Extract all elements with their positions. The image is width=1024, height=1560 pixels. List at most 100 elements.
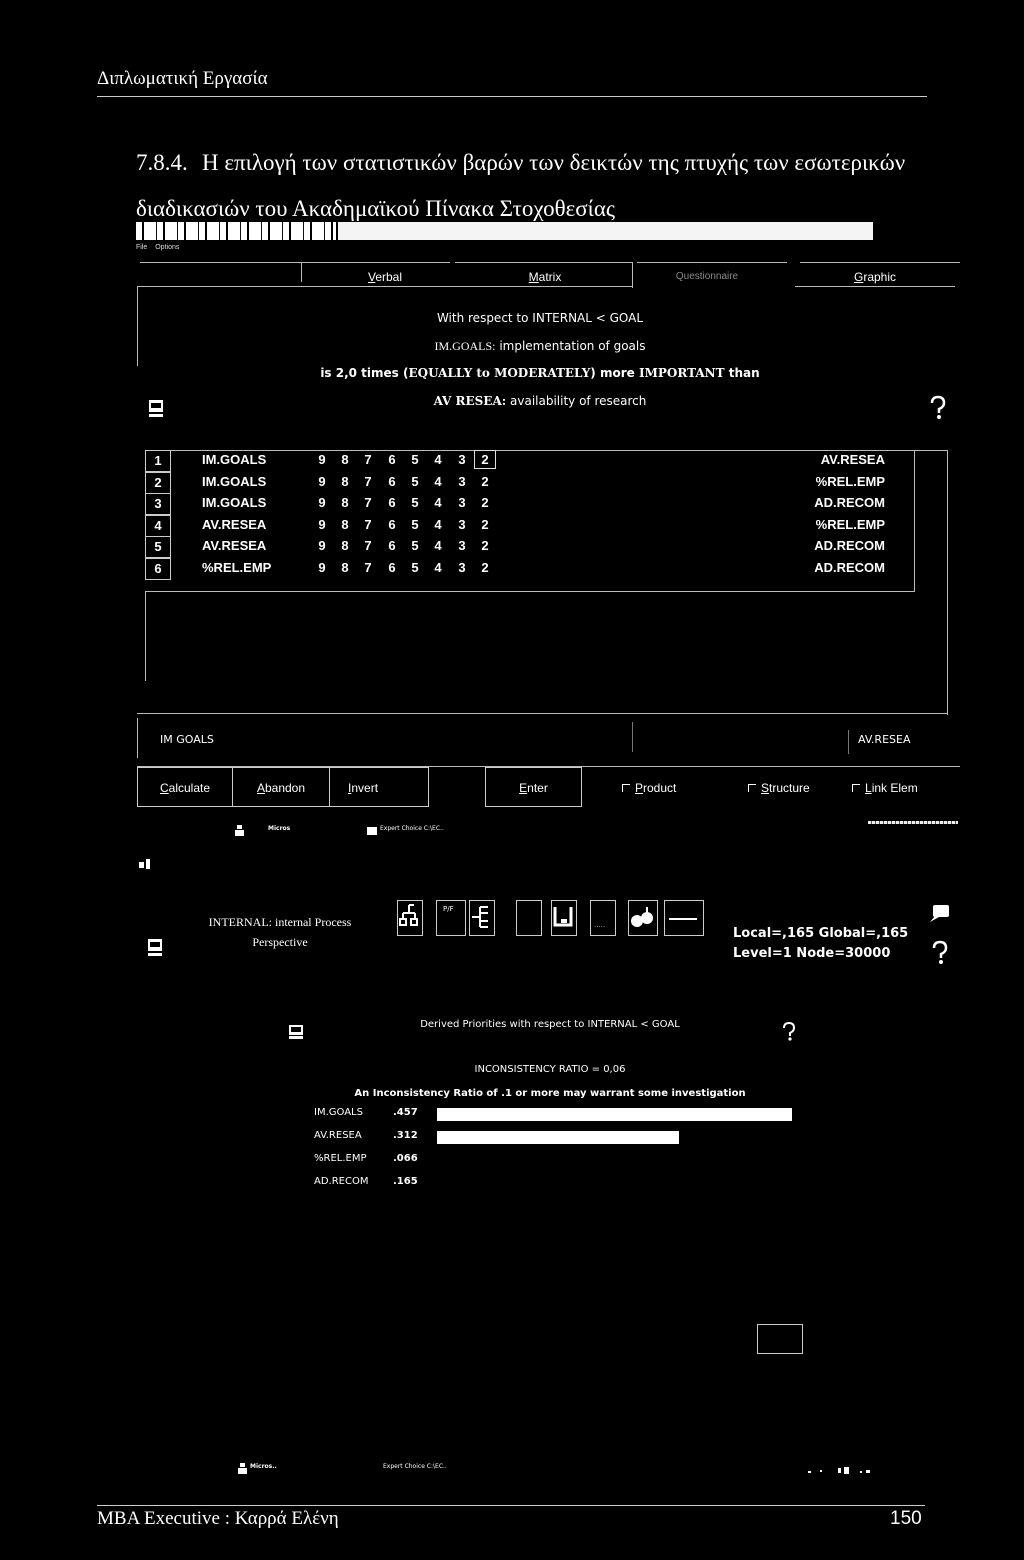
menu-file[interactable]: File (136, 244, 147, 251)
abc-icon[interactable] (147, 937, 163, 964)
taskbar-item-micros[interactable]: Micros (268, 825, 290, 832)
abandon-button[interactable]: Abandon (232, 767, 330, 807)
row-number[interactable]: 1 (145, 450, 171, 472)
comparison-row[interactable]: 4 AV.RESEA 9 8 7 6 5 4 3 2 %REL.EMP (145, 514, 945, 537)
scale-value[interactable]: 8 (336, 538, 354, 553)
scale-value[interactable]: 2 (476, 560, 494, 575)
scale-value[interactable]: 6 (383, 452, 401, 467)
scale-value[interactable]: 4 (429, 452, 447, 467)
save-icon[interactable] (551, 900, 577, 936)
scale-value[interactable]: 8 (336, 517, 354, 532)
empty-box[interactable] (757, 1324, 803, 1354)
dots-icon[interactable]: ..... (590, 900, 616, 936)
scale-value[interactable]: 7 (359, 517, 377, 532)
scale-value[interactable]: 6 (383, 474, 401, 489)
tab-graphic[interactable]: Graphic (800, 267, 950, 287)
scale-value[interactable]: 6 (383, 538, 401, 553)
row-number[interactable]: 5 (145, 536, 171, 558)
scale-value[interactable]: 5 (406, 538, 424, 553)
scale-value[interactable]: 5 (406, 560, 424, 575)
scale-value[interactable]: 7 (359, 538, 377, 553)
comparison-row[interactable]: 5 AV.RESEA 9 8 7 6 5 4 3 2 AD.RECOM (145, 536, 945, 558)
scale-value[interactable]: 3 (453, 517, 471, 532)
scale-value[interactable]: 5 (406, 495, 424, 510)
row-number[interactable]: 3 (145, 493, 171, 515)
scale-value[interactable]: 3 (453, 495, 471, 510)
scale-value[interactable]: 4 (429, 474, 447, 489)
scale-value[interactable]: 4 (429, 517, 447, 532)
scale-value[interactable]: 5 (406, 452, 424, 467)
line-icon[interactable] (664, 900, 704, 936)
comparison-row[interactable]: 6 %REL.EMP 9 8 7 6 5 4 3 2 AD.RECOM (145, 557, 945, 580)
slider-mid-marker[interactable] (632, 722, 633, 752)
scale-value[interactable]: 9 (313, 560, 331, 575)
scale-value[interactable]: 5 (406, 517, 424, 532)
comment-icon[interactable] (928, 904, 950, 929)
taskbar-item-expert-choice[interactable]: Expert Choice C:\EC.. (380, 825, 444, 832)
row-number[interactable]: 2 (145, 471, 171, 494)
scale-value[interactable]: 7 (359, 560, 377, 575)
scale-value[interactable]: 3 (453, 560, 471, 575)
tab-matrix[interactable]: Matrix (465, 267, 625, 287)
scale-value[interactable]: 3 (453, 474, 471, 489)
product-checkbox[interactable]: Product (622, 781, 676, 795)
scale-value[interactable]: 4 (429, 538, 447, 553)
scale-value[interactable]: 2 (476, 538, 494, 553)
scale-value[interactable]: 8 (336, 452, 354, 467)
scale-value[interactable]: 9 (313, 452, 331, 467)
scale-value[interactable]: 4 (429, 560, 447, 575)
invert-button[interactable]: Invert (329, 767, 429, 807)
taskbar-app-icon[interactable] (235, 824, 245, 842)
taskbar-item-expert-choice[interactable]: Expert Choice C:\EC.. (383, 1463, 447, 1470)
comparison-row[interactable]: 3 IM.GOALS 9 8 7 6 5 4 3 2 AD.RECOM (145, 493, 945, 515)
structure-checkbox[interactable]: Structure (748, 781, 810, 795)
scale-value[interactable]: 7 (359, 452, 377, 467)
scale-value[interactable]: 7 (359, 474, 377, 489)
scale-value[interactable]: 2 (476, 474, 494, 489)
slider-right-marker[interactable] (848, 730, 849, 754)
tree-icon[interactable] (469, 900, 495, 936)
scale-value[interactable]: 3 (453, 452, 471, 467)
page-number: 150 (890, 1508, 922, 1529)
scale-value[interactable]: 9 (313, 495, 331, 510)
calculate-button[interactable]: Calculate (137, 767, 233, 807)
scale-value[interactable]: 2 (474, 450, 496, 469)
row-number[interactable]: 6 (145, 557, 171, 580)
comparison-row[interactable]: 2 IM.GOALS 9 8 7 6 5 4 3 2 %REL.EMP (145, 471, 945, 494)
scale-value[interactable]: 7 (359, 495, 377, 510)
blank-icon[interactable] (516, 900, 542, 936)
taskbar-item-micros[interactable]: Micros.. (250, 1463, 277, 1470)
abc-icon[interactable] (148, 398, 164, 425)
tab-questionnaire[interactable]: Questionnaire (627, 267, 787, 287)
taskbar-app-icon[interactable] (238, 1462, 248, 1480)
scale-value[interactable]: 6 (383, 517, 401, 532)
pf-icon[interactable]: P/F (436, 900, 466, 936)
scale-value[interactable]: 8 (336, 560, 354, 575)
scale-value[interactable]: 2 (476, 495, 494, 510)
enter-button[interactable]: Enter (485, 767, 582, 807)
scale-value[interactable]: 4 (429, 495, 447, 510)
menu-options[interactable]: Options (155, 244, 179, 251)
help-icon[interactable] (930, 940, 950, 971)
scale-value[interactable]: 8 (336, 495, 354, 510)
scale-value[interactable]: 2 (476, 517, 494, 532)
row-number[interactable]: 4 (145, 514, 171, 537)
comparison-row[interactable]: 1 IM.GOALS 9 8 7 6 5 4 3 2 AV.RESEA (145, 450, 945, 472)
scale-value[interactable]: 6 (383, 495, 401, 510)
scale-value[interactable]: 3 (453, 538, 471, 553)
link-elem-checkbox[interactable]: Link Elem (852, 781, 918, 795)
scale-value[interactable]: 9 (313, 538, 331, 553)
priority-bar (437, 1131, 679, 1144)
abc-icon[interactable] (288, 1024, 304, 1045)
help-icon[interactable] (928, 395, 948, 426)
scale-value[interactable]: 8 (336, 474, 354, 489)
scale-value[interactable]: 9 (313, 474, 331, 489)
scale-value[interactable]: 9 (313, 517, 331, 532)
hierarchy-icon[interactable] (397, 900, 423, 936)
left-element: IM.GOALS (202, 495, 267, 510)
scale-value[interactable]: 6 (383, 560, 401, 575)
help-icon[interactable] (781, 1021, 797, 1047)
fruit-icon[interactable] (628, 900, 658, 936)
tab-verbal[interactable]: Verbal (305, 267, 465, 287)
scale-value[interactable]: 5 (406, 474, 424, 489)
